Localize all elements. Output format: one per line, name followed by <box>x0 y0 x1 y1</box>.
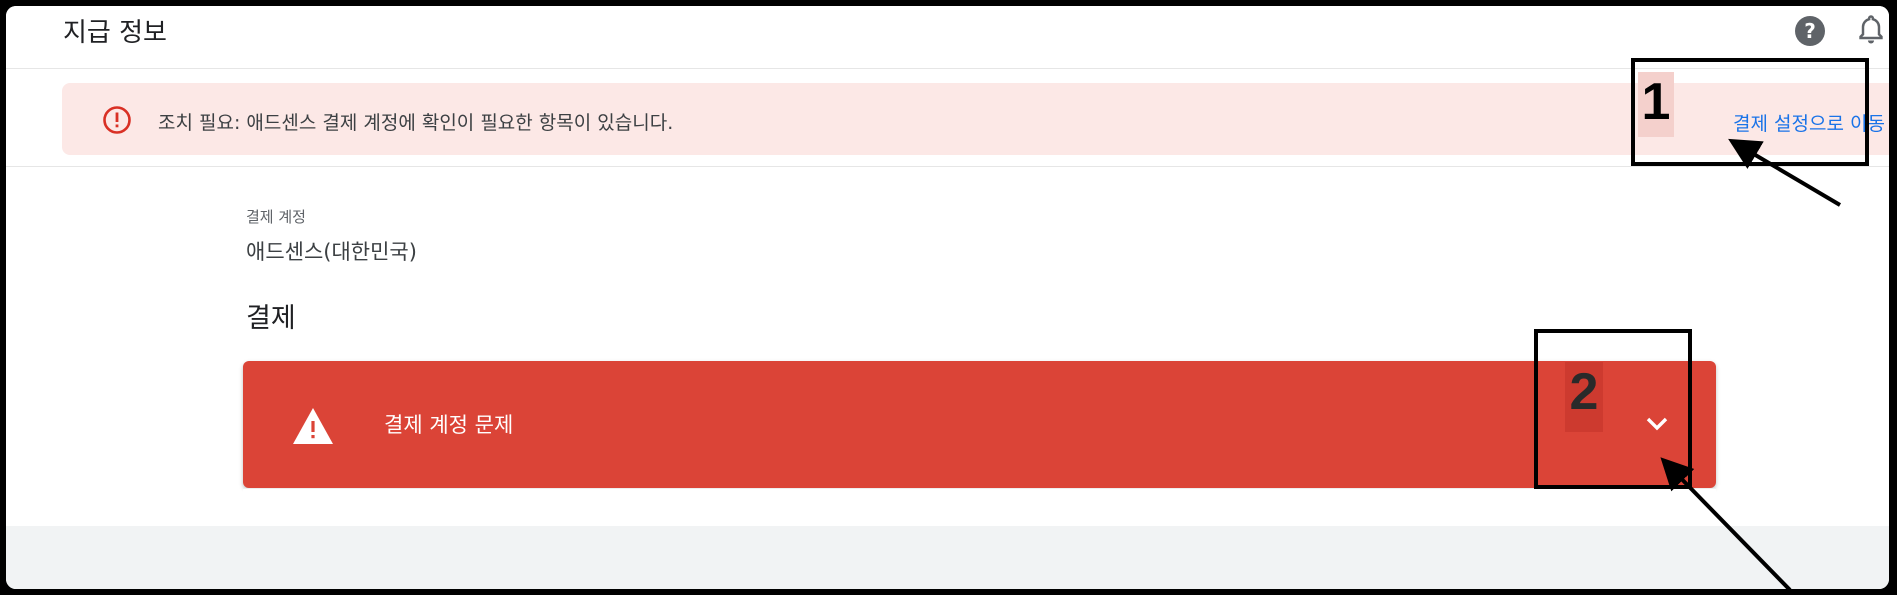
billing-account-label: 결제 계정 <box>246 208 306 226</box>
page-title: 지급 정보 <box>63 18 167 48</box>
bell-icon[interactable] <box>1856 14 1886 46</box>
top-bar: 지급 정보 ? <box>6 6 1889 69</box>
issue-card-body <box>243 488 1716 529</box>
action-required-alert: 조치 필요: 애드센스 결제 계정에 확인이 필요한 항목이 있습니다. 결제 … <box>62 83 1889 155</box>
error-circle-icon <box>103 106 131 134</box>
annotation-number-1: 1 <box>1638 72 1674 137</box>
app-frame: 지급 정보 ? 조치 필요: 애드센스 결제 계정에 확인이 필요한 항목이 있… <box>6 6 1889 589</box>
warning-triangle-icon <box>293 408 333 444</box>
alert-message: 조치 필요: 애드센스 결제 계정에 확인이 필요한 항목이 있습니다. <box>158 112 674 134</box>
divider <box>6 166 1889 167</box>
annotation-number-2: 2 <box>1565 362 1603 432</box>
issue-card-title: 결제 계정 문제 <box>384 413 514 437</box>
annotation-box-2 <box>1534 329 1692 489</box>
help-icon[interactable]: ? <box>1795 16 1825 46</box>
payment-section-title: 결제 <box>246 303 296 334</box>
billing-account-value: 애드센스(대한민국) <box>246 240 417 264</box>
billing-account-issue-card[interactable]: 결제 계정 문제 <box>243 361 1716 488</box>
footer-band <box>6 526 1889 589</box>
